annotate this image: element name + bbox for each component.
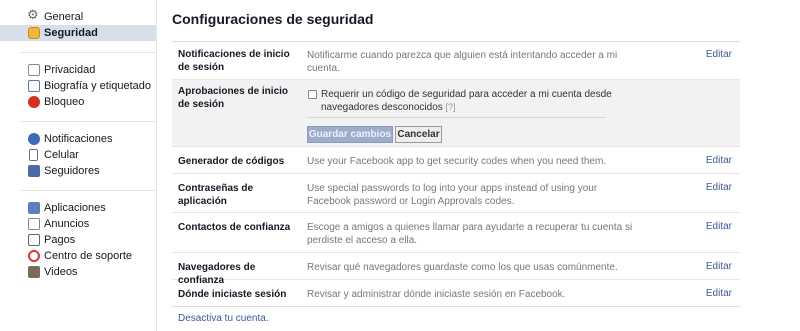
edit-link[interactable]: Editar <box>706 155 732 166</box>
sidebar-item-label: Aplicaciones <box>44 202 106 214</box>
help-link[interactable]: [?] <box>446 102 456 112</box>
sidebar-item-label: Pagos <box>44 234 76 246</box>
setting-label: Notificaciones de inicio de sesión <box>178 49 290 73</box>
setting-row-app-passwords[interactable]: Contraseñas de aplicación Use special pa… <box>172 174 740 213</box>
sidebar-group-notifications: Notificaciones Celular Seguidores <box>0 131 156 179</box>
edit-link[interactable]: Editar <box>706 49 732 60</box>
sidebar-item-label: Privacidad <box>44 64 96 76</box>
apps-icon <box>28 202 40 214</box>
sidebar-item-timeline[interactable]: Biografía y etiquetado <box>28 78 156 94</box>
setting-label: Dónde iniciaste sesión <box>178 289 287 300</box>
sidebar-item-payments[interactable]: Pagos <box>28 232 156 248</box>
sidebar-item-blocking[interactable]: Bloqueo <box>28 94 156 110</box>
setting-label: Contactos de confianza <box>178 222 291 233</box>
edit-link[interactable]: Editar <box>706 221 732 232</box>
setting-description: Notificarme cuando parezca que alguien e… <box>307 50 618 74</box>
setting-description: Use your Facebook app to get security co… <box>307 156 607 167</box>
timeline-icon <box>28 80 40 92</box>
sidebar-item-label: Celular <box>44 149 79 161</box>
sidebar-item-support[interactable]: Centro de soporte <box>28 248 156 264</box>
payments-icon <box>28 234 40 246</box>
mobile-icon <box>29 149 38 161</box>
sidebar-item-mobile[interactable]: Celular <box>28 147 156 163</box>
sidebar-divider <box>20 121 157 122</box>
setting-description: Revisar y administrar dónde iniciaste se… <box>307 289 566 300</box>
save-changes-button[interactable]: Guardar cambios <box>307 126 393 143</box>
sidebar-item-apps[interactable]: Aplicaciones <box>28 200 156 216</box>
ads-icon <box>28 218 40 230</box>
sidebar-item-label: Seguidores <box>44 165 100 177</box>
settings-sidebar: General Seguridad Privacidad Biografía y… <box>0 0 157 331</box>
edit-link[interactable]: Editar <box>706 288 732 299</box>
sidebar-item-label: Centro de soporte <box>44 250 133 262</box>
sidebar-item-label: Notificaciones <box>44 133 113 145</box>
form-divider <box>307 117 606 118</box>
sidebar-item-privacy[interactable]: Privacidad <box>28 62 156 78</box>
setting-row-trusted-contacts[interactable]: Contactos de confianza Escoge a amigos a… <box>172 213 740 253</box>
globe-icon <box>28 133 40 145</box>
sidebar-item-label: General <box>44 11 84 23</box>
setting-label: Aprobaciones de inicio de sesión <box>178 86 289 110</box>
setting-label: Generador de códigos <box>178 156 285 167</box>
setting-row-trusted-browsers[interactable]: Navegadores de confianza Revisar qué nav… <box>172 253 740 286</box>
sidebar-item-label: Anuncios <box>44 218 90 230</box>
security-icon <box>28 27 40 39</box>
setting-description: Revisar qué navegadores guardaste como l… <box>307 262 618 273</box>
settings-table: Notificaciones de inicio de sesión Notif… <box>172 41 740 307</box>
setting-label: Contraseñas de aplicación <box>178 183 254 207</box>
videos-icon <box>28 266 40 278</box>
deactivate-account-link[interactable]: Desactiva tu cuenta. <box>178 313 269 324</box>
setting-description: Use special passwords to log into your a… <box>307 183 598 207</box>
setting-row-where-logged-in[interactable]: Dónde iniciaste sesión Revisar y adminis… <box>172 280 740 307</box>
require-code-text: Requerir un código de seguridad para acc… <box>321 89 612 113</box>
followers-icon <box>28 165 40 177</box>
setting-row-code-generator[interactable]: Generador de códigos Use your Facebook a… <box>172 147 740 174</box>
require-code-label[interactable]: Requerir un código de seguridad para acc… <box>321 88 631 114</box>
sidebar-item-general[interactable]: General <box>27 8 156 25</box>
sidebar-group-privacy: Privacidad Biografía y etiquetado Bloque… <box>0 62 156 110</box>
sidebar-divider <box>20 190 157 191</box>
require-code-checkbox[interactable] <box>308 90 317 99</box>
sidebar-item-videos[interactable]: Videos <box>28 264 156 280</box>
setting-row-login-approvals: Aprobaciones de inicio de sesión Requeri… <box>172 80 740 147</box>
sidebar-group-account: General Seguridad <box>0 8 156 41</box>
sidebar-item-label: Bloqueo <box>44 96 85 108</box>
sidebar-item-label: Seguridad <box>44 27 98 39</box>
edit-link[interactable]: Editar <box>706 261 732 272</box>
gear-icon <box>27 8 40 24</box>
sidebar-item-label: Biografía y etiquetado <box>44 80 152 92</box>
edit-link[interactable]: Editar <box>706 182 732 193</box>
block-icon <box>28 96 40 108</box>
support-icon <box>28 250 40 262</box>
privacy-icon <box>28 64 40 76</box>
setting-description: Escoge a amigos a quienes llamar para ay… <box>307 222 633 246</box>
setting-row-login-alerts[interactable]: Notificaciones de inicio de sesión Notif… <box>172 42 740 80</box>
sidebar-group-apps: Aplicaciones Anuncios Pagos Centro de so… <box>0 200 156 280</box>
sidebar-divider <box>20 52 157 53</box>
sidebar-item-security[interactable]: Seguridad <box>0 25 156 41</box>
cancel-button[interactable]: Cancelar <box>395 126 442 143</box>
sidebar-item-label: Videos <box>44 266 78 278</box>
sidebar-item-followers[interactable]: Seguidores <box>28 163 156 179</box>
sidebar-item-notifications[interactable]: Notificaciones <box>28 131 156 147</box>
page-title: Configuraciones de seguridad <box>172 11 374 27</box>
sidebar-item-ads[interactable]: Anuncios <box>28 216 156 232</box>
